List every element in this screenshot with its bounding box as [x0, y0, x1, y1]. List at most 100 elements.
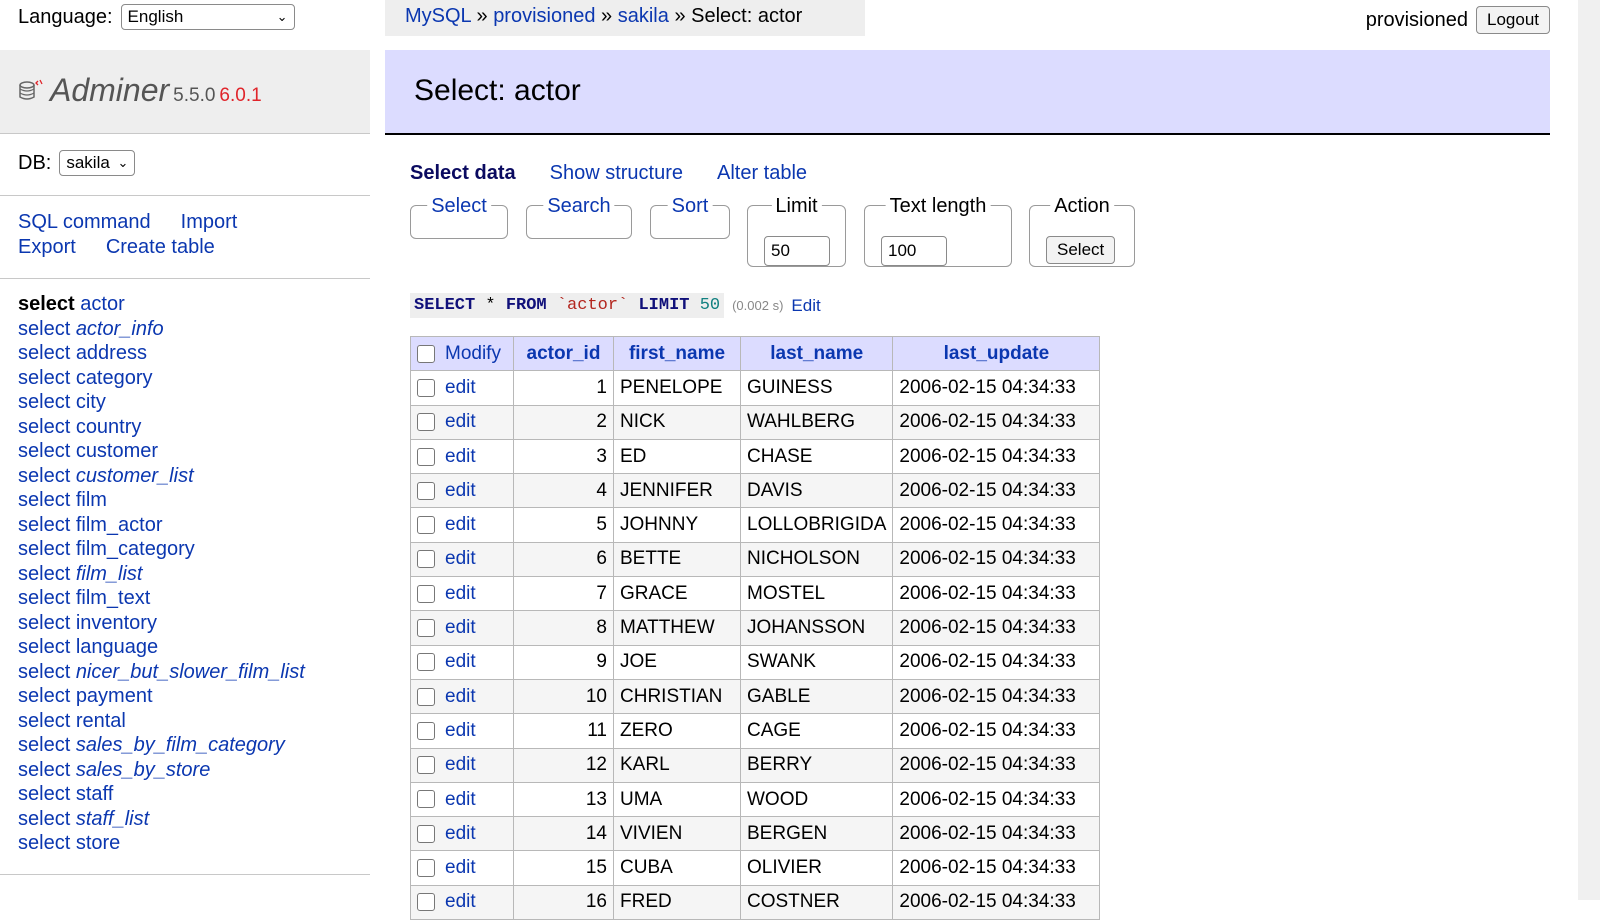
- table-name-link[interactable]: country: [76, 416, 142, 438]
- cell-last-update[interactable]: 2006-02-15 04:34:33: [892, 678, 1101, 715]
- cell-actor-id[interactable]: 4: [513, 473, 614, 509]
- cell-last-name[interactable]: GUINESS: [739, 370, 894, 406]
- sql-query[interactable]: SELECT * FROM `actor` LIMIT 50: [410, 293, 725, 318]
- cell-actor-id[interactable]: 12: [513, 747, 614, 783]
- row-edit-link[interactable]: edit: [445, 377, 476, 398]
- select-link[interactable]: select: [18, 612, 70, 634]
- tab-show-structure[interactable]: Show structure: [550, 162, 683, 185]
- cell-first-name[interactable]: NICK: [613, 404, 741, 440]
- select-link[interactable]: select: [18, 465, 70, 487]
- row-checkbox[interactable]: [417, 756, 435, 775]
- select-link[interactable]: select: [18, 391, 70, 413]
- table-name-link[interactable]: category: [76, 367, 153, 389]
- cell-last-name[interactable]: LOLLOBRIGIDA: [739, 507, 894, 543]
- cell-actor-id[interactable]: 16: [513, 884, 614, 920]
- search-legend[interactable]: Search: [543, 196, 615, 216]
- cell-first-name[interactable]: MATTHEW: [613, 610, 741, 646]
- cell-actor-id[interactable]: 11: [513, 713, 614, 749]
- row-edit-link[interactable]: edit: [445, 789, 476, 810]
- table-name-link[interactable]: payment: [76, 685, 153, 707]
- select-link[interactable]: select: [18, 661, 70, 683]
- cell-last-name[interactable]: GABLE: [739, 678, 894, 715]
- table-name-link[interactable]: rental: [76, 710, 126, 732]
- cell-first-name[interactable]: JOE: [613, 644, 741, 680]
- select-link[interactable]: select: [18, 636, 70, 658]
- select-link[interactable]: select: [18, 808, 70, 830]
- select-link[interactable]: select: [18, 759, 70, 781]
- cell-last-name[interactable]: COSTNER: [739, 884, 894, 920]
- column-header[interactable]: first_name: [613, 335, 741, 372]
- row-edit-link[interactable]: edit: [445, 548, 476, 569]
- row-edit-link[interactable]: edit: [445, 857, 476, 878]
- row-checkbox[interactable]: [417, 859, 435, 878]
- table-name-link[interactable]: sales_by_film_category: [76, 734, 285, 756]
- select-link[interactable]: select: [18, 710, 70, 732]
- select-link[interactable]: select: [18, 783, 70, 805]
- cell-actor-id[interactable]: 3: [513, 438, 614, 475]
- breadcrumb-driver[interactable]: MySQL: [405, 5, 471, 27]
- row-edit-link[interactable]: edit: [445, 823, 476, 844]
- cell-last-update[interactable]: 2006-02-15 04:34:33: [892, 507, 1101, 543]
- cell-actor-id[interactable]: 6: [513, 541, 614, 578]
- cell-last-update[interactable]: 2006-02-15 04:34:33: [892, 781, 1101, 818]
- sort-fieldset[interactable]: Sort: [650, 196, 730, 239]
- select-link[interactable]: select: [18, 293, 75, 315]
- row-edit-link[interactable]: edit: [445, 651, 476, 672]
- row-checkbox[interactable]: [417, 893, 435, 912]
- row-edit-link[interactable]: edit: [445, 617, 476, 638]
- row-checkbox[interactable]: [417, 790, 435, 809]
- cell-last-name[interactable]: BERRY: [739, 747, 894, 783]
- cell-actor-id[interactable]: 5: [513, 507, 614, 543]
- row-edit-link[interactable]: edit: [445, 686, 476, 707]
- create-table-link[interactable]: Create table: [106, 236, 215, 258]
- row-checkbox[interactable]: [417, 516, 435, 535]
- language-select[interactable]: English ⌄: [120, 4, 295, 30]
- select-all-checkbox[interactable]: [417, 344, 435, 363]
- select-link[interactable]: select: [18, 342, 70, 364]
- row-edit-link[interactable]: edit: [445, 446, 476, 467]
- cell-last-name[interactable]: JOHANSSON: [739, 610, 894, 646]
- cell-actor-id[interactable]: 14: [513, 816, 614, 852]
- select-link[interactable]: select: [18, 489, 70, 511]
- column-header[interactable]: last_update: [892, 335, 1101, 372]
- sort-legend[interactable]: Sort: [667, 196, 713, 216]
- cell-last-update[interactable]: 2006-02-15 04:34:33: [892, 747, 1101, 783]
- select-link[interactable]: select: [18, 538, 70, 560]
- table-name-link[interactable]: address: [76, 342, 147, 364]
- cell-last-name[interactable]: CAGE: [739, 713, 894, 749]
- cell-first-name[interactable]: JENNIFER: [613, 473, 741, 509]
- cell-actor-id[interactable]: 2: [513, 404, 614, 440]
- column-header[interactable]: last_name: [739, 335, 894, 372]
- cell-first-name[interactable]: FRED: [613, 884, 741, 920]
- table-name-link[interactable]: nicer_but_slower_film_list: [76, 661, 305, 683]
- cell-last-name[interactable]: SWANK: [739, 644, 894, 680]
- row-checkbox[interactable]: [417, 653, 435, 672]
- cell-last-update[interactable]: 2006-02-15 04:34:33: [892, 713, 1101, 749]
- cell-first-name[interactable]: UMA: [613, 781, 741, 818]
- cell-last-update[interactable]: 2006-02-15 04:34:33: [892, 816, 1101, 852]
- row-checkbox[interactable]: [417, 687, 435, 706]
- page-scrollbar[interactable]: [1578, 0, 1600, 900]
- cell-last-name[interactable]: CHASE: [739, 438, 894, 475]
- select-link[interactable]: select: [18, 685, 70, 707]
- export-link[interactable]: Export: [18, 236, 76, 258]
- row-checkbox[interactable]: [417, 550, 435, 569]
- cell-last-name[interactable]: DAVIS: [739, 473, 894, 509]
- table-name-link[interactable]: film: [76, 489, 107, 511]
- row-edit-link[interactable]: edit: [445, 754, 476, 775]
- cell-last-name[interactable]: WAHLBERG: [739, 404, 894, 440]
- table-name-link[interactable]: film_actor: [76, 514, 163, 536]
- row-checkbox[interactable]: [417, 481, 435, 500]
- cell-first-name[interactable]: CUBA: [613, 850, 741, 886]
- select-link[interactable]: select: [18, 587, 70, 609]
- table-name-link[interactable]: customer: [76, 440, 158, 462]
- cell-actor-id[interactable]: 13: [513, 781, 614, 818]
- row-checkbox[interactable]: [417, 619, 435, 637]
- select-submit-button[interactable]: Select: [1046, 236, 1116, 264]
- cell-actor-id[interactable]: 10: [513, 678, 614, 715]
- table-name-link[interactable]: film_category: [76, 538, 195, 560]
- cell-first-name[interactable]: ZERO: [613, 713, 741, 749]
- cell-last-update[interactable]: 2006-02-15 04:34:33: [892, 576, 1101, 612]
- select-link[interactable]: select: [18, 514, 70, 536]
- table-name-link[interactable]: film_text: [76, 587, 150, 609]
